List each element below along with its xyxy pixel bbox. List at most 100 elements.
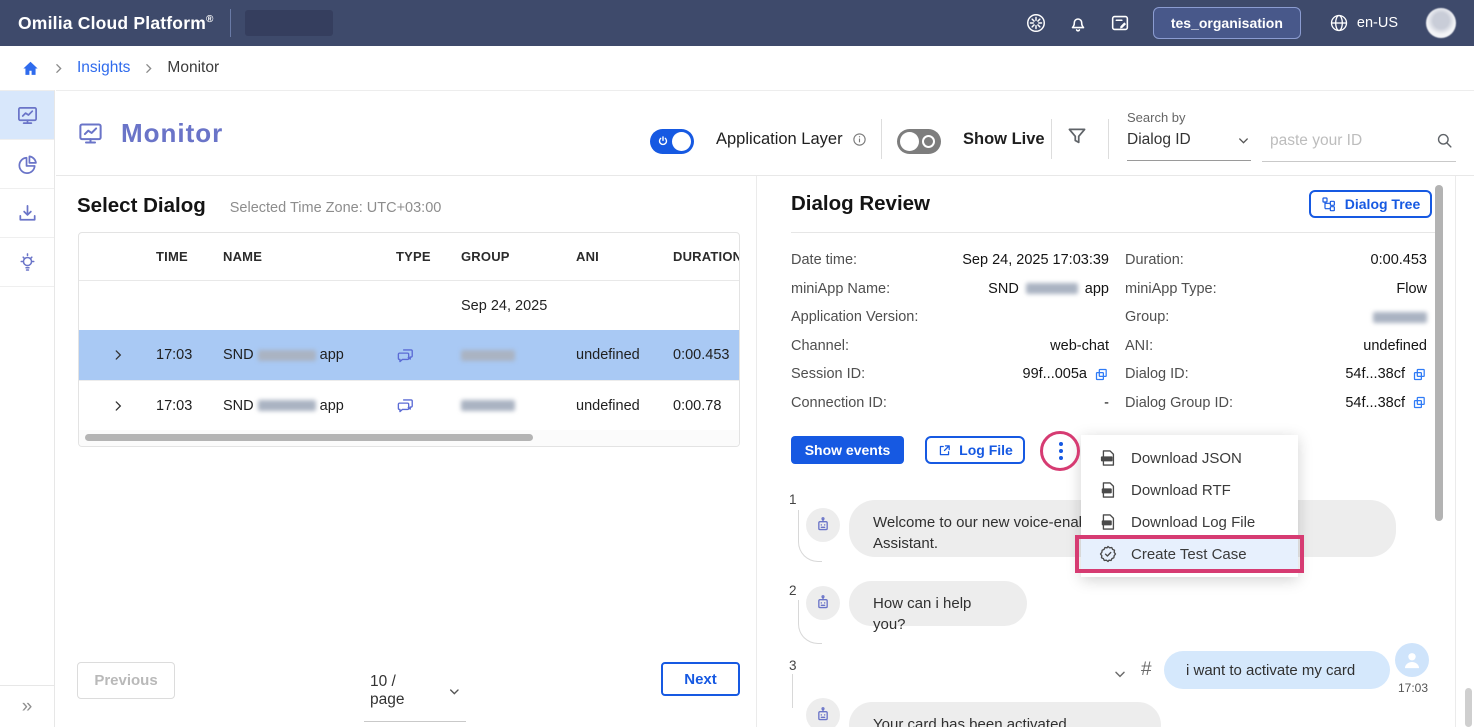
- brand-logo: Omilia Cloud Platform®: [18, 13, 214, 34]
- col-type: TYPE: [396, 249, 461, 264]
- breadcrumb-insights[interactable]: Insights: [77, 59, 130, 77]
- sidebar-item-insights-ideas[interactable]: [0, 238, 54, 287]
- page-scrollbar-thumb[interactable]: [1465, 688, 1472, 727]
- horizontal-scrollbar: [79, 430, 739, 446]
- search-by-select[interactable]: Dialog ID: [1127, 131, 1251, 161]
- svg-text:JSON: JSON: [1102, 457, 1113, 461]
- bell-icon[interactable]: [1067, 12, 1089, 34]
- info-icon[interactable]: [852, 132, 867, 147]
- message-index: 1: [789, 492, 797, 507]
- lightbulb-icon: [16, 251, 39, 274]
- sidebar-item-exports[interactable]: [0, 189, 54, 238]
- application-layer-label: Application Layer: [716, 130, 843, 149]
- copy-icon[interactable]: [1412, 367, 1427, 382]
- expand-row-icon[interactable]: [79, 399, 156, 413]
- detail-value: 54f...38cf: [1345, 366, 1405, 382]
- language-selector[interactable]: en-US: [1329, 13, 1398, 33]
- show-live-toggle[interactable]: [897, 129, 941, 154]
- search-icon[interactable]: [1435, 131, 1454, 150]
- menu-item-download-log-file[interactable]: LOG Download Log File: [1081, 506, 1298, 538]
- previous-page-button[interactable]: Previous: [77, 662, 175, 699]
- sidebar-collapse-toggle[interactable]: »: [0, 685, 54, 727]
- page-header: Monitor Application Layer Show Live Sear…: [56, 90, 1474, 176]
- cell-name: SNDapp: [223, 398, 396, 414]
- dialog-review-panel: Dialog Review Dialog Tree Date time:Sep …: [756, 176, 1456, 727]
- json-file-icon: JSON: [1098, 448, 1118, 468]
- menu-item-download-json[interactable]: JSON Download JSON: [1081, 442, 1298, 474]
- home-icon[interactable]: [21, 59, 40, 78]
- panel-scrollbar-thumb[interactable]: [1435, 185, 1443, 521]
- log-file-button[interactable]: Log File: [925, 436, 1025, 464]
- expand-row-icon[interactable]: [79, 348, 156, 362]
- bot-avatar: [806, 508, 840, 542]
- language-label: en-US: [1357, 15, 1398, 31]
- person-icon: [1399, 647, 1425, 673]
- details-left-column: Date time:Sep 24, 2025 17:03:39 miniApp …: [791, 246, 1109, 417]
- more-actions-kebab-button[interactable]: [1052, 438, 1070, 464]
- details-right-column: Duration:0:00.453 miniApp Type:Flow Grou…: [1125, 246, 1427, 417]
- filter-funnel-icon: [1064, 124, 1090, 150]
- bot-message-bubble: How can i help you?: [849, 581, 1027, 626]
- log-file-icon: LOG: [1098, 512, 1118, 532]
- aperture-settings-icon[interactable]: [1025, 12, 1047, 34]
- message-index: 2: [789, 583, 797, 598]
- table-row[interactable]: 17:03 SNDapp undefined 0:00.453: [79, 330, 739, 380]
- sidebar-item-monitor[interactable]: [0, 91, 54, 140]
- menu-item-download-rtf[interactable]: RTF Download RTF: [1081, 474, 1298, 506]
- user-avatar[interactable]: [1426, 8, 1456, 38]
- cell-group: [461, 398, 576, 414]
- dialog-tree-button[interactable]: Dialog Tree: [1309, 190, 1432, 218]
- chevron-down-icon: [1236, 133, 1251, 148]
- robot-icon: [813, 593, 833, 613]
- copy-icon[interactable]: [1094, 367, 1109, 382]
- detail-value: 99f...005a: [1023, 366, 1088, 382]
- next-page-button[interactable]: Next: [661, 662, 740, 696]
- double-chevron-right-icon: »: [22, 696, 33, 718]
- monitor-chart-icon: [16, 104, 39, 127]
- copy-icon[interactable]: [1412, 395, 1427, 410]
- col-time: TIME: [156, 249, 223, 264]
- col-name: NAME: [223, 249, 396, 264]
- page-size-select[interactable]: 10 / page: [364, 673, 466, 722]
- cell-group: [461, 347, 576, 363]
- horizontal-scrollbar-thumb[interactable]: [85, 434, 533, 441]
- download-icon: [16, 202, 39, 225]
- select-dialog-title: Select Dialog: [77, 194, 206, 218]
- application-layer-toggle[interactable]: [650, 129, 694, 154]
- monitor-chart-icon: [77, 120, 104, 147]
- chevron-down-icon: [447, 684, 462, 699]
- cell-type: [396, 396, 461, 415]
- message-index: 3: [789, 658, 797, 673]
- external-link-icon: [937, 443, 952, 458]
- collapse-message-icon[interactable]: [1112, 666, 1128, 682]
- show-events-button[interactable]: Show events: [791, 436, 904, 464]
- dialog-review-title: Dialog Review: [791, 192, 930, 216]
- redacted-text: [461, 350, 515, 361]
- page-title: Monitor: [77, 118, 223, 149]
- breadcrumb-current: Monitor: [167, 59, 219, 77]
- hash-icon[interactable]: #: [1141, 659, 1152, 681]
- breadcrumb-separator: [142, 62, 155, 75]
- release-notes-icon[interactable]: [1109, 12, 1131, 34]
- bot-avatar: [806, 586, 840, 620]
- cell-ani: undefined: [576, 398, 673, 414]
- table-row[interactable]: 17:03 SNDapp undefined 0:00.78: [79, 380, 739, 430]
- rtf-file-icon: RTF: [1098, 480, 1118, 500]
- menu-item-create-test-case[interactable]: Create Test Case: [1081, 538, 1298, 570]
- test-case-badge-icon: [1098, 544, 1118, 564]
- redacted-app-name: [245, 10, 333, 36]
- cell-ani: undefined: [576, 347, 673, 363]
- chat-type-icon: [396, 396, 415, 415]
- sidebar-item-reports[interactable]: [0, 140, 54, 189]
- breadcrumb: Insights Monitor: [0, 46, 1474, 90]
- robot-icon: [813, 705, 833, 725]
- detail-value: 54f...38cf: [1345, 395, 1405, 411]
- message-timestamp: 17:03: [1398, 681, 1428, 695]
- robot-icon: [813, 515, 833, 535]
- search-input[interactable]: [1270, 132, 1420, 150]
- bot-avatar: [806, 698, 840, 727]
- redacted-text: [1373, 312, 1427, 323]
- show-live-label: Show Live: [963, 130, 1045, 149]
- organisation-button[interactable]: tes_organisation: [1153, 7, 1301, 39]
- svg-text:RTF: RTF: [1103, 488, 1111, 493]
